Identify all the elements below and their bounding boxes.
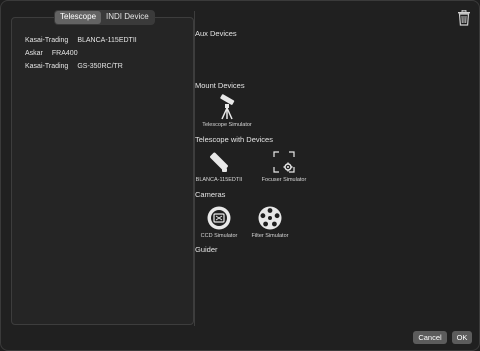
telescope-vendor: Kasai-Trading (25, 37, 69, 44)
trash-icon[interactable] (457, 10, 471, 26)
telescope-model: BLANCA-115EDTII (77, 37, 137, 44)
device-filter-simulator[interactable]: Filter Simulator (235, 205, 305, 239)
ccd-camera-icon (207, 206, 231, 230)
device-label: Focuser Simulator (261, 177, 307, 183)
cancel-button[interactable]: Cancel (413, 331, 447, 344)
telescope-vendor: Kasai-Trading (25, 63, 69, 70)
filter-wheel-icon (258, 206, 282, 230)
telescope-model: FRA400 (51, 50, 78, 57)
telescope-list: Kasai-Trading BLANCA-115EDTII Askar FRA4… (25, 34, 137, 73)
device-label: Telescope Simulator (202, 122, 252, 128)
device-focuser-simulator[interactable]: Focuser Simulator (249, 149, 319, 183)
equipment-dialog: Telescope INDI Device Kasai-Trading BLAN… (0, 0, 480, 351)
telescope-icon (210, 152, 228, 172)
list-item[interactable]: Kasai-Trading GS-350RC/TR (25, 60, 137, 73)
mount-icon (220, 94, 235, 120)
list-item[interactable]: Kasai-Trading BLANCA-115EDTII (25, 34, 137, 47)
section-telescope-devices: Telescope with Devices (195, 135, 273, 144)
tab-indi-device[interactable]: INDI Device (101, 11, 154, 24)
telescope-vendor: Askar (25, 50, 43, 57)
section-guider: Guider (195, 245, 218, 254)
telescope-model: GS-350RC/TR (77, 63, 123, 70)
device-label: Filter Simulator (251, 233, 289, 239)
device-telescope-simulator[interactable]: Telescope Simulator (192, 94, 262, 128)
source-tabs: Telescope INDI Device (54, 10, 155, 25)
focuser-icon (273, 151, 295, 173)
device-blanca[interactable]: BLANCA-115EDTII (184, 149, 254, 183)
section-cameras: Cameras (195, 190, 226, 199)
ok-button[interactable]: OK (452, 331, 472, 344)
section-mount-devices: Mount Devices (195, 81, 245, 90)
tab-telescope[interactable]: Telescope (55, 11, 102, 24)
list-item[interactable]: Askar FRA400 (25, 47, 137, 60)
section-aux-devices: Aux Devices (195, 29, 237, 38)
device-label: BLANCA-115EDTII (195, 177, 243, 183)
